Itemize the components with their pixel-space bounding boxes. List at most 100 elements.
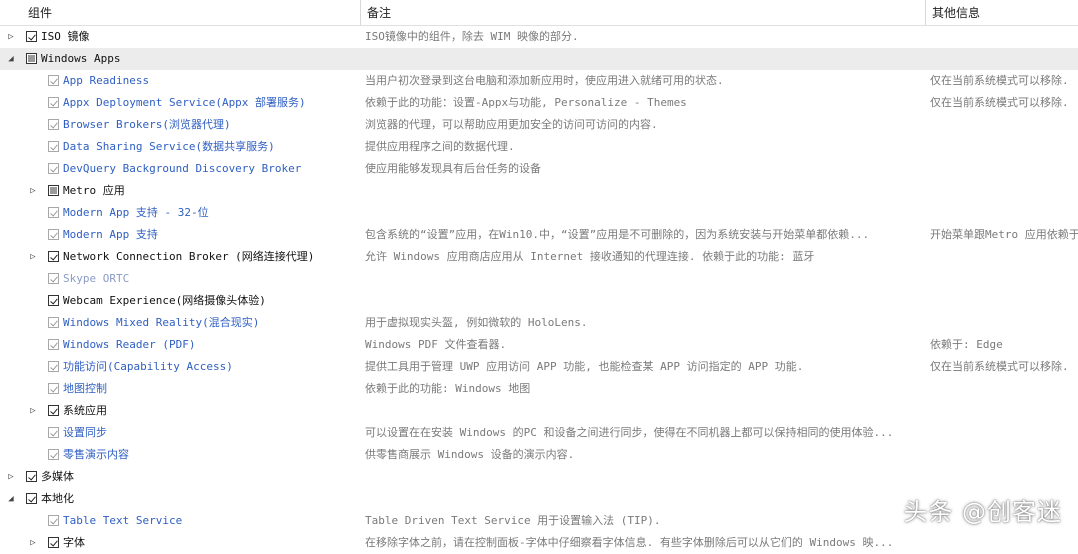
component-other-info: 仅在当前系统模式可以移除. <box>930 74 1069 87</box>
tree-row[interactable]: Browser Brokers(浏览器代理) 浏览器的代理，可以帮助应用更加安全的… <box>0 114 1078 136</box>
component-name: ISO 镜像 <box>41 30 90 43</box>
tree-row[interactable]: Skype ORTC <box>0 268 1078 290</box>
component-name: Webcam Experience(网络摄像头体验) <box>63 294 266 307</box>
component-other-info <box>930 180 1078 202</box>
row-checkbox[interactable] <box>48 317 59 328</box>
component-other-info <box>930 466 1078 488</box>
tree-row[interactable]: ▷ Metro 应用 <box>0 180 1078 202</box>
tree-row[interactable]: 设置同步 可以设置在在安装 Windows 的PC 和设备之间进行同步，使得在不同… <box>0 422 1078 444</box>
component-other-info <box>930 158 1078 180</box>
tree-row[interactable]: ▷ 字体 在移除字体之前，请在控制面板-字体中仔细察看字体信息. 有些字体删除后可以… <box>0 532 1078 554</box>
component-other-info <box>930 400 1078 422</box>
row-checkbox[interactable] <box>48 251 59 262</box>
row-checkbox[interactable] <box>48 405 59 416</box>
component-note: 可以设置在在安装 Windows 的PC 和设备之间进行同步，使得在不同机器上都… <box>365 426 894 439</box>
column-header: 组件 备注 其他信息 <box>0 0 1078 26</box>
component-name: Modern App 支持 <box>63 228 158 241</box>
tree-row[interactable]: Webcam Experience(网络摄像头体验) <box>0 290 1078 312</box>
component-name: Skype ORTC <box>63 272 130 285</box>
component-other-info: 仅在当前系统模式可以移除. <box>930 360 1069 373</box>
tree-row[interactable]: ▷ 系统应用 <box>0 400 1078 422</box>
tree-row[interactable]: ▷ ISO 镜像 ISO镜像中的组件，除去 WIM 映像的部分. <box>0 26 1078 48</box>
tree-row[interactable]: 功能访问(Capability Access) 提供工具用于管理 UWP 应用访问… <box>0 356 1078 378</box>
tree-row[interactable]: ◢ Windows Apps <box>0 48 1078 70</box>
component-note: 用于虚拟现实头盔, 例如微软的 HoloLens. <box>365 316 588 329</box>
component-other-info <box>930 532 1078 554</box>
component-other-info <box>930 268 1078 290</box>
row-checkbox[interactable] <box>26 493 37 504</box>
row-checkbox[interactable] <box>48 295 59 306</box>
component-name: Windows Reader (PDF) <box>63 338 196 351</box>
component-name: App Readiness <box>63 74 150 87</box>
row-checkbox[interactable] <box>48 207 59 218</box>
component-note: 提供工具用于管理 UWP 应用访问 APP 功能, 也能检查某 APP 访问指定… <box>365 360 804 373</box>
component-note: 浏览器的代理，可以帮助应用更加安全的访问可访问的内容. <box>365 118 658 131</box>
row-checkbox[interactable] <box>48 427 59 438</box>
row-checkbox[interactable] <box>48 163 59 174</box>
collapsed-arrow-icon[interactable]: ▷ <box>6 472 16 482</box>
component-other-info: 依赖于: Edge <box>930 338 1003 351</box>
row-checkbox[interactable] <box>48 339 59 350</box>
component-other-info <box>930 246 1078 268</box>
component-note: Table Driven Text Service 用于设置输入法 (TIP). <box>365 514 661 527</box>
collapsed-arrow-icon[interactable]: ▷ <box>28 406 38 416</box>
row-checkbox[interactable] <box>26 53 37 64</box>
tree-row[interactable]: App Readiness 当用户初次登录到这台电脑和添加新应用时，使应用进入就绪… <box>0 70 1078 92</box>
column-header-note[interactable]: 备注 <box>361 0 925 25</box>
row-checkbox[interactable] <box>48 75 59 86</box>
component-note: 允许 Windows 应用商店应用从 Internet 接收通知的代理连接. 依… <box>365 250 815 263</box>
row-checkbox[interactable] <box>48 119 59 130</box>
tree-row[interactable]: Windows Reader (PDF) Windows PDF 文件查看器. 依赖… <box>0 334 1078 356</box>
tree-row[interactable]: DevQuery Background Discovery Broker 使应用能… <box>0 158 1078 180</box>
row-checkbox[interactable] <box>26 471 37 482</box>
row-checkbox[interactable] <box>48 141 59 152</box>
component-name: Appx Deployment Service(Appx 部署服务) <box>63 96 306 109</box>
component-name: 多媒体 <box>41 470 74 483</box>
component-name: Browser Brokers(浏览器代理) <box>63 118 231 131</box>
tree-row[interactable]: Windows Mixed Reality(混合现实) 用于虚拟现实头盔, 例如微… <box>0 312 1078 334</box>
row-checkbox[interactable] <box>48 97 59 108</box>
row-checkbox[interactable] <box>48 449 59 460</box>
row-checkbox[interactable] <box>48 361 59 372</box>
component-note: 当用户初次登录到这台电脑和添加新应用时，使应用进入就绪可用的状态. <box>365 74 724 87</box>
expanded-arrow-icon[interactable]: ◢ <box>6 54 16 64</box>
component-note: 使应用能够发现具有后台任务的设备 <box>365 162 541 175</box>
tree-row[interactable]: 零售演示内容 供零售商展示 Windows 设备的演示内容. <box>0 444 1078 466</box>
row-checkbox[interactable] <box>48 383 59 394</box>
collapsed-arrow-icon[interactable]: ▷ <box>28 252 38 262</box>
component-other-info <box>930 48 1078 70</box>
component-other-info <box>930 444 1078 466</box>
tree-row[interactable]: ▷ 多媒体 <box>0 466 1078 488</box>
component-name: 零售演示内容 <box>63 448 129 461</box>
row-checkbox[interactable] <box>48 229 59 240</box>
tree-row[interactable]: 地图控制 依赖于此的功能: Windows 地图 <box>0 378 1078 400</box>
component-other-info: 开始菜单跟Metro 应用依赖于 <box>930 228 1078 241</box>
row-checkbox[interactable] <box>48 515 59 526</box>
tree-row[interactable]: Modern App 支持 包含系统的“设置”应用，在Win10.中，“设置”应用… <box>0 224 1078 246</box>
row-checkbox[interactable] <box>48 537 59 548</box>
component-note: Windows PDF 文件查看器. <box>365 338 507 351</box>
expanded-arrow-icon[interactable]: ◢ <box>6 494 16 504</box>
tree-row[interactable]: Appx Deployment Service(Appx 部署服务) 依赖于此的功… <box>0 92 1078 114</box>
component-name: DevQuery Background Discovery Broker <box>63 162 302 175</box>
component-name: Metro 应用 <box>63 184 125 197</box>
column-header-component[interactable]: 组件 <box>22 0 360 25</box>
component-other-info <box>930 202 1078 224</box>
component-name: Data Sharing Service(数据共享服务) <box>63 140 275 153</box>
collapsed-arrow-icon[interactable]: ▷ <box>28 186 38 196</box>
tree-row[interactable]: Modern App 支持 - 32-位 <box>0 202 1078 224</box>
component-name: Windows Mixed Reality(混合现实) <box>63 316 260 329</box>
collapsed-arrow-icon[interactable]: ▷ <box>6 32 16 42</box>
tree-row[interactable]: ▷ Network Connection Broker (网络连接代理) 允许 Wi… <box>0 246 1078 268</box>
component-note: ISO镜像中的组件，除去 WIM 映像的部分. <box>365 30 579 43</box>
tree-row[interactable]: Data Sharing Service(数据共享服务) 提供应用程序之间的数据代… <box>0 136 1078 158</box>
collapsed-arrow-icon[interactable]: ▷ <box>28 538 38 548</box>
component-note: 依赖于此的功能: Windows 地图 <box>365 382 531 395</box>
row-checkbox[interactable] <box>48 185 59 196</box>
component-name: Network Connection Broker (网络连接代理) <box>63 250 315 263</box>
component-note: 包含系统的“设置”应用，在Win10.中，“设置”应用是不可删除的，因为系统安装… <box>365 228 870 241</box>
component-note: 提供应用程序之间的数据代理. <box>365 140 515 153</box>
column-header-other-info[interactable]: 其他信息 <box>926 0 1078 25</box>
row-checkbox[interactable] <box>26 31 37 42</box>
row-checkbox[interactable] <box>48 273 59 284</box>
